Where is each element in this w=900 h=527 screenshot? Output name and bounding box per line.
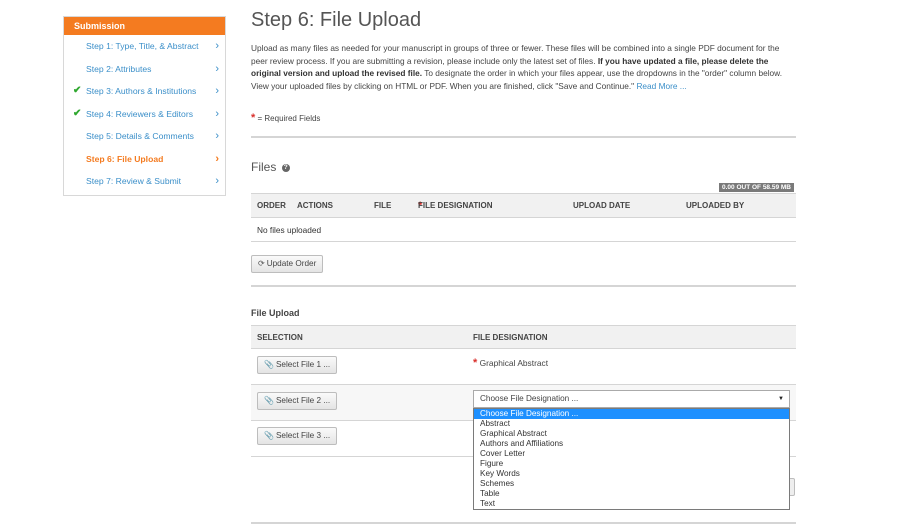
- select-file-3-button[interactable]: 📎 Select File 3 ...: [257, 427, 338, 445]
- sidebar-item-step-3[interactable]: ✔ Step 3: Authors & Institutions ›: [64, 80, 225, 103]
- file-designation-value: * Graphical Abstract: [473, 357, 549, 369]
- dropdown-option[interactable]: Figure: [474, 459, 789, 469]
- select-file-2-button[interactable]: 📎 Select File 2 ...: [257, 392, 338, 410]
- col-file-designation: FILE DESIGNATION: [473, 333, 548, 342]
- col-order: ORDER: [257, 201, 286, 210]
- sidebar-header: Submission: [64, 17, 225, 35]
- chevron-right-icon: ›: [215, 152, 219, 165]
- required-fields-note: * = Required Fields: [251, 112, 320, 124]
- dropdown-option[interactable]: Authors and Affiliations: [474, 439, 789, 449]
- files-empty-message: No files uploaded: [251, 219, 796, 242]
- files-title-text: Files: [251, 160, 277, 174]
- col-actions: ACTIONS: [297, 201, 333, 210]
- update-order-button[interactable]: ⟳ Update Order: [251, 255, 324, 273]
- divider: [251, 522, 796, 524]
- paperclip-icon: 📎: [264, 431, 274, 440]
- paperclip-icon: 📎: [264, 396, 274, 405]
- sidebar-item-label: Step 6: File Upload: [86, 153, 164, 164]
- storage-quota-badge: 0.00 OUT OF 58.59 MB: [719, 183, 794, 192]
- sidebar-item-step-7[interactable]: Step 7: Review & Submit ›: [64, 170, 225, 193]
- col-file: FILE: [374, 201, 392, 210]
- upload-table-header: SELECTION FILE DESIGNATION: [251, 325, 796, 349]
- dropdown-option[interactable]: Key Words: [474, 469, 789, 479]
- read-more-link[interactable]: Read More ...: [636, 81, 686, 91]
- select-file-label: Select File 2 ...: [275, 396, 331, 405]
- chevron-right-icon: ›: [215, 107, 219, 120]
- check-icon: ✔: [73, 85, 82, 96]
- chevron-right-icon: ›: [215, 130, 219, 142]
- select-file-label: Select File 3 ...: [275, 431, 331, 440]
- sidebar-item-label: Step 4: Reviewers & Editors: [86, 108, 193, 119]
- select-file-1-button[interactable]: 📎 Select File 1 ...: [257, 356, 338, 374]
- divider: [251, 136, 796, 138]
- caret-down-icon: ▼: [778, 396, 784, 402]
- page-title: Step 6: File Upload: [251, 9, 422, 31]
- dropdown-option[interactable]: Choose File Designation ...: [474, 409, 789, 419]
- select-value: Choose File Designation ...: [480, 394, 579, 403]
- update-order-label: Update Order: [266, 259, 317, 268]
- select-file-label: Select File 1 ...: [275, 360, 331, 369]
- submission-sidebar: Submission Step 1: Type, Title, & Abstra…: [63, 16, 226, 196]
- dropdown-option[interactable]: Schemes: [474, 479, 789, 489]
- files-section-title: Files ?: [251, 160, 290, 174]
- paperclip-icon: 📎: [264, 360, 274, 369]
- dropdown-option[interactable]: Graphical Abstract: [474, 429, 789, 439]
- sidebar-item-step-1[interactable]: Step 1: Type, Title, & Abstract ›: [64, 35, 225, 58]
- files-table-header: ORDER ACTIONS FILE * FILE DESIGNATION UP…: [251, 193, 796, 218]
- chevron-right-icon: ›: [215, 62, 219, 75]
- sidebar-item-step-4[interactable]: ✔ Step 4: Reviewers & Editors ›: [64, 103, 225, 126]
- dropdown-option[interactable]: Table: [474, 489, 789, 499]
- check-icon: ✔: [73, 107, 82, 119]
- chevron-right-icon: ›: [215, 85, 219, 97]
- sidebar-item-label: Step 5: Details & Comments: [86, 131, 194, 141]
- dropdown-option[interactable]: Text: [474, 499, 789, 509]
- refresh-icon: ⟳: [258, 259, 265, 268]
- sidebar-item-label: Step 7: Review & Submit: [86, 176, 182, 186]
- sidebar-item-label: Step 2: Attributes: [86, 63, 152, 74]
- file-designation-select[interactable]: Choose File Designation ... ▼: [473, 390, 790, 408]
- sidebar-item-step-5[interactable]: Step 5: Details & Comments ›: [64, 125, 225, 148]
- sidebar-item-label: Step 1: Type, Title, & Abstract: [86, 41, 199, 51]
- upload-row: 📎 Select File 1 ... * Graphical Abstract: [251, 349, 796, 385]
- sidebar-item-step-2[interactable]: Step 2: Attributes ›: [64, 58, 225, 81]
- required-fields-text: = Required Fields: [255, 114, 321, 123]
- sidebar-item-step-6[interactable]: Step 6: File Upload ›: [64, 148, 225, 171]
- sidebar-item-label: Step 3: Authors & Institutions: [86, 86, 197, 96]
- file-upload-title: File Upload: [251, 308, 300, 318]
- col-upload-date: UPLOAD DATE: [573, 201, 631, 210]
- dropdown-option[interactable]: Cover Letter: [474, 449, 789, 459]
- file-designation-dropdown-list[interactable]: Choose File Designation ... Abstract Gra…: [473, 408, 790, 510]
- dropdown-option[interactable]: Abstract: [474, 419, 789, 429]
- divider: [251, 285, 796, 287]
- chevron-right-icon: ›: [215, 40, 219, 52]
- col-uploaded-by: UPLOADED BY: [686, 201, 745, 210]
- instructions-text: Upload as many files as needed for your …: [251, 42, 796, 92]
- col-selection: SELECTION: [257, 333, 303, 342]
- help-circle-icon[interactable]: ?: [281, 163, 290, 172]
- required-star: *: [473, 357, 478, 369]
- chevron-right-icon: ›: [215, 175, 219, 187]
